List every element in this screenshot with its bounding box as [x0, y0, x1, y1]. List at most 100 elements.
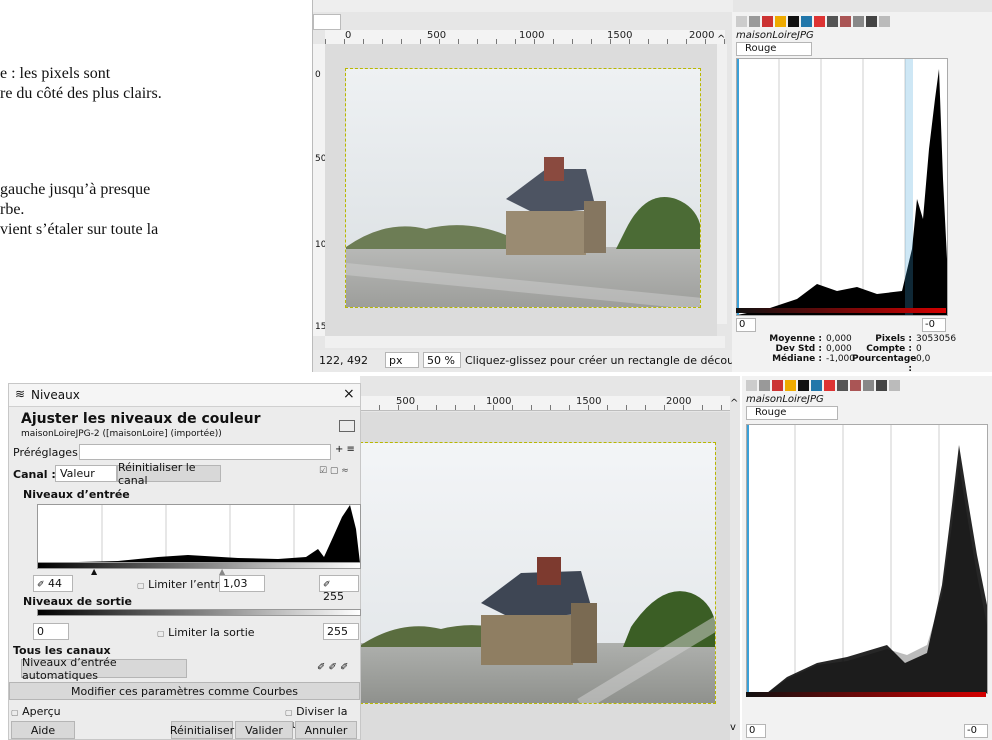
range-end-input[interactable]: -0	[922, 318, 946, 332]
checkbox-icon[interactable]: ▢	[285, 708, 293, 717]
histogram-filename: maisonLoireJPG	[746, 394, 824, 405]
vertical-scrollbar[interactable]	[717, 44, 727, 324]
eyedropper-icons[interactable]: ✐ ✐ ✐	[317, 662, 349, 673]
dialog-title: Niveaux	[31, 388, 80, 402]
auto-levels-button[interactable]: Niveaux d’entrée automatiques	[21, 656, 187, 682]
histogram-graph-bottom[interactable]	[746, 424, 988, 694]
layer-icon	[339, 420, 355, 432]
photo-canvas-adjusted[interactable]	[360, 442, 716, 704]
doc-line-2: re du côté des plus clairs.	[0, 85, 162, 102]
range-start-input[interactable]: 0	[746, 724, 766, 738]
histogram-channel-select[interactable]: Rouge	[736, 42, 812, 56]
doc-line-1: e : les pixels sont	[0, 65, 111, 82]
stat-value: 0	[916, 344, 922, 354]
clamp-output-label: Limiter la sortie	[168, 626, 255, 639]
horizontal-scrollbar[interactable]	[325, 336, 725, 348]
histogram-graph-top[interactable]	[736, 58, 948, 316]
preview-label: Aperçu	[22, 705, 61, 718]
input-low-value: 44	[48, 577, 63, 590]
histogram-gradient	[746, 692, 986, 697]
stat-label: Pourcentage :	[852, 354, 917, 374]
reset-channel-button[interactable]: Réinitialiser le canal	[117, 461, 221, 487]
stats-right-labels: Pixels : Compte : Pourcentage :	[852, 334, 917, 374]
gamma-spin[interactable]: 1,03	[219, 575, 265, 592]
output-low-spin[interactable]: 0	[33, 623, 69, 640]
pointer-coords: 122, 492	[319, 354, 368, 367]
stat-value: -1,000	[826, 354, 856, 364]
dialog-heading: Ajuster les niveaux de couleur	[21, 411, 261, 427]
status-bar: 122, 492 px 50 % Cliquez-glissez pour cr…	[313, 350, 762, 372]
stat-label: Pixels :	[875, 334, 912, 344]
stat-value: 0,000	[826, 334, 852, 344]
menubar-strip	[313, 0, 733, 12]
chevron-up-icon[interactable]: ^	[730, 398, 738, 409]
horizontal-ruler-bottom[interactable]: 500 1000 1500 2000	[360, 396, 730, 411]
input-histogram[interactable]	[37, 504, 361, 564]
background-document-text: e : les pixels sont re du côté des plus …	[0, 64, 290, 240]
output-high-spin[interactable]: 255	[323, 623, 359, 640]
stats-left-labels: Moyenne : Dev Std : Médiane :	[762, 334, 822, 364]
checkbox-icon[interactable]: ▢	[157, 629, 165, 638]
chevron-down-icon[interactable]: v	[730, 722, 736, 733]
channel-value: Valeur	[60, 467, 95, 480]
stat-value: 3053056	[916, 334, 957, 344]
histogram-channel-select[interactable]: Rouge	[746, 406, 838, 420]
histogram-scale-icons[interactable]: ☑ ▢ ≈	[319, 466, 349, 476]
image-tab[interactable]	[313, 14, 341, 30]
close-icon[interactable]: ×	[343, 386, 355, 402]
ok-button[interactable]: Valider	[235, 721, 293, 739]
channel-value: Rouge	[745, 43, 777, 54]
stats-right-values: 3053056 0 0,0	[916, 334, 956, 364]
input-high-value: 255	[323, 590, 344, 603]
house-photo	[346, 69, 700, 307]
checkbox-icon[interactable]: ▢	[137, 581, 145, 590]
levels-icon: ≋	[15, 387, 26, 401]
status-message: Cliquez-glissez pour créer un rectangle …	[465, 354, 762, 367]
histogram-panel-bottom: maisonLoireJPG Rouge 0 -0	[742, 376, 992, 740]
canvas-area[interactable]	[325, 44, 717, 336]
range-end-input[interactable]: -0	[964, 724, 988, 738]
dialog-titlebar: ≋ Niveaux ×	[9, 384, 360, 407]
doc-line-3: gauche jusqu’à presque	[0, 181, 151, 198]
preview-checkbox[interactable]: ▢ Aperçu	[11, 705, 61, 718]
doc-line-5: vient s’étaler sur toute la	[0, 221, 159, 238]
help-button[interactable]: Aide	[11, 721, 75, 739]
stat-value: 0,000	[826, 344, 852, 354]
range-start-input[interactable]: 0	[736, 318, 756, 332]
histogram-filename: maisonLoireJPG	[736, 30, 814, 41]
doc-line-4: rbe.	[0, 201, 25, 218]
reset-button[interactable]: Réinitialiser	[170, 721, 234, 739]
add-preset-icon[interactable]: + ≡	[335, 444, 355, 455]
edit-as-curves-button[interactable]: Modifier ces paramètres comme Courbes	[9, 682, 360, 700]
dock-tab-icons[interactable]	[746, 378, 902, 391]
stat-label: Médiane :	[772, 354, 822, 364]
eyedropper-icon[interactable]: ✐	[323, 580, 331, 590]
histogram-gradient	[736, 308, 946, 313]
stats-left-values: 0,000 0,000 -1,000	[826, 334, 855, 364]
zoom-select[interactable]: 50 %	[423, 352, 461, 368]
input-high-spin[interactable]: ✐ 255	[319, 575, 359, 603]
horizontal-ruler[interactable]: 0 500 1000 1500 2000	[325, 30, 725, 45]
bottom-gimp-window: 500 1000 1500 2000 ^ v	[360, 376, 740, 740]
house-photo-adjusted	[361, 443, 715, 703]
photo-canvas[interactable]	[345, 68, 701, 308]
levels-dialog: ≋ Niveaux × Ajuster les niveaux de coule…	[8, 383, 361, 740]
eyedropper-icon[interactable]: ✐	[37, 580, 45, 590]
presets-select[interactable]	[79, 444, 331, 460]
black-point-handle[interactable]: ▲	[91, 567, 97, 576]
input-low-spin[interactable]: ✐ 44	[33, 575, 73, 592]
channel-select[interactable]: Valeur	[55, 465, 117, 482]
stat-label: Dev Std :	[775, 344, 822, 354]
stat-label: Moyenne :	[769, 334, 822, 344]
checkbox-icon[interactable]: ▢	[11, 708, 19, 717]
output-gradient	[37, 609, 361, 616]
clamp-output-checkbox[interactable]: ▢ Limiter la sortie	[157, 626, 255, 639]
input-gradient	[37, 562, 361, 569]
dock-tab-icons[interactable]	[736, 14, 892, 27]
cancel-button[interactable]: Annuler	[295, 721, 357, 739]
unit-select[interactable]: px	[385, 352, 419, 368]
input-levels-heading: Niveaux d’entrée	[23, 488, 130, 501]
canvas-area-bottom[interactable]	[360, 412, 730, 740]
channel-label: Canal :	[13, 468, 56, 481]
histogram-panel-top: maisonLoireJPG Rouge 0 -0 Moyenne : Dev …	[732, 12, 992, 374]
